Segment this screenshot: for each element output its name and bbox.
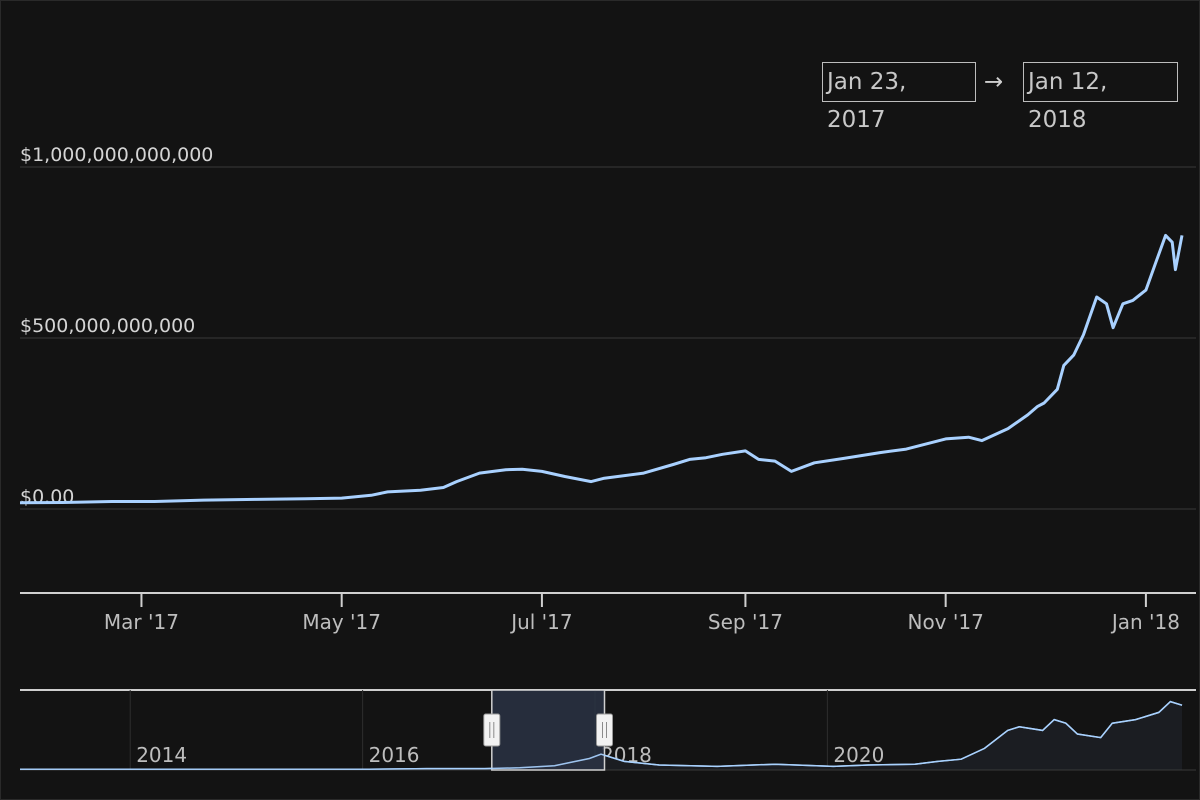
x-tick-label: May '17 [302,610,381,634]
price-line-layer [19,233,1184,505]
x-tick-label: Jul '17 [509,610,572,634]
navigator-handle-right[interactable] [596,713,614,747]
y-tick-label: $500,000,000,000 [20,315,195,337]
grid-layer [20,166,1196,510]
x-tick-label: Nov '17 [907,610,983,634]
price-line [19,233,1184,505]
navigator: 2014 2016 2018 2020 [20,689,1196,771]
x-tick-label: Jan '18 [1110,610,1180,634]
price-chart: $0.00$500,000,000,000$1,000,000,000,000 … [19,144,1196,771]
y-tick-label: $1,000,000,000,000 [20,144,213,166]
navigator-tick-label: 2016 [369,743,420,767]
x-axis: Mar '17 May '17 Jul '17 Sep '17 Nov '17 Jan '… [20,592,1196,634]
y-tick-label: $0.00 [20,486,74,508]
y-axis-labels: $0.00 $500,000,000,000 $1,000,000,000,000 [20,144,213,508]
navigator-tick-label: 2020 [833,743,884,767]
navigator-tick-label: 2014 [136,743,187,767]
x-tick-label: Sep '17 [708,610,783,634]
x-tick-label: Mar '17 [104,610,179,634]
navigator-handle-left[interactable] [483,713,501,747]
navigator-window[interactable] [491,689,606,771]
